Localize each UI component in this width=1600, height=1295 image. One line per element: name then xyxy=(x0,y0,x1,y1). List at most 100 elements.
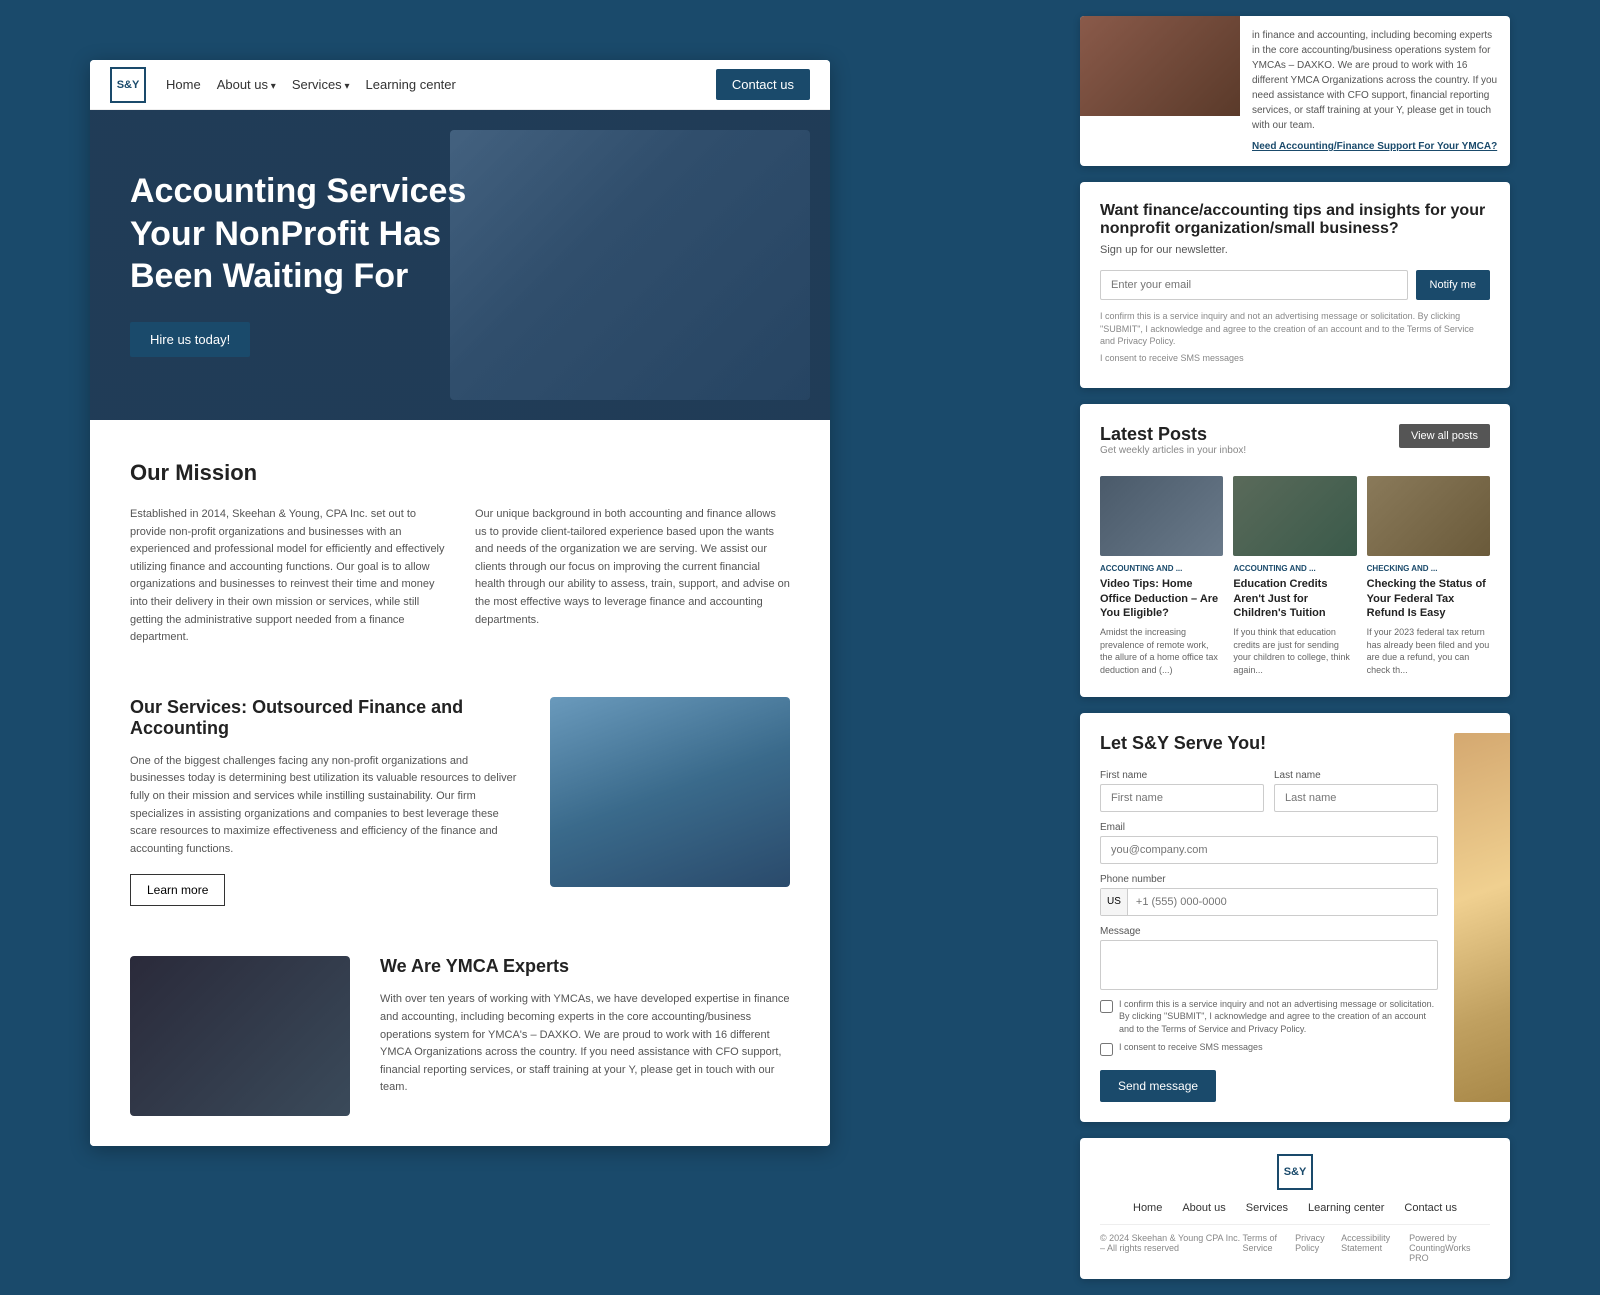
latest-posts-title: Latest Posts xyxy=(1100,424,1246,445)
contact-form-card: Let S&Y Serve You! First name Last name … xyxy=(1080,713,1510,1123)
first-name-group: First name xyxy=(1100,770,1264,812)
ymca-text: We Are YMCA Experts With over ten years … xyxy=(380,956,790,1097)
email-label: Email xyxy=(1100,822,1438,833)
email-input[interactable] xyxy=(1100,836,1438,864)
footer-nav-about[interactable]: About us xyxy=(1182,1202,1225,1214)
message-textarea[interactable] xyxy=(1100,940,1438,990)
post-excerpt-2: If you think that education credits are … xyxy=(1233,626,1356,676)
post-category-3: CHECKING AND ... xyxy=(1367,564,1490,573)
checkbox-1-row: I confirm this is a service inquiry and … xyxy=(1100,998,1438,1036)
sms-checkbox[interactable] xyxy=(1100,1043,1113,1056)
footer-nav-home[interactable]: Home xyxy=(1133,1202,1162,1214)
footer-nav-learning[interactable]: Learning center xyxy=(1308,1202,1384,1214)
footer-terms[interactable]: Terms of Service xyxy=(1242,1233,1283,1263)
post-item-1: ACCOUNTING AND ... Video Tips: Home Offi… xyxy=(1100,476,1223,676)
hero-content: Accounting Services Your NonProfit Has B… xyxy=(90,110,830,417)
terms-label: I confirm this is a service inquiry and … xyxy=(1119,998,1438,1036)
send-message-button[interactable]: Send message xyxy=(1100,1070,1216,1102)
email-group: Email xyxy=(1100,822,1438,864)
newsletter-card: Want finance/accounting tips and insight… xyxy=(1080,182,1510,388)
top-info-card: in finance and accounting, including bec… xyxy=(1080,16,1510,166)
newsletter-fine-print-2: I consent to receive SMS messages xyxy=(1100,352,1490,365)
newsletter-subtitle: Sign up for our newsletter. xyxy=(1100,244,1490,256)
post-title-3[interactable]: Checking the Status of Your Federal Tax … xyxy=(1367,577,1490,620)
nav-learning[interactable]: Learning center xyxy=(366,77,456,92)
contact-form-left: Let S&Y Serve You! First name Last name … xyxy=(1100,733,1438,1103)
footer-accessibility[interactable]: Accessibility Statement xyxy=(1341,1233,1397,1263)
services-image xyxy=(550,697,790,887)
name-row: First name Last name xyxy=(1100,770,1438,812)
services-text: Our Services: Outsourced Finance and Acc… xyxy=(130,697,520,907)
mission-col-1: Established in 2014, Skeehan & Young, CP… xyxy=(130,506,445,647)
services-description: One of the biggest challenges facing any… xyxy=(130,753,520,859)
ymca-image xyxy=(130,956,350,1116)
posts-grid: ACCOUNTING AND ... Video Tips: Home Offi… xyxy=(1100,476,1490,676)
last-name-input[interactable] xyxy=(1274,784,1438,812)
hero-title: Accounting Services Your NonProfit Has B… xyxy=(130,170,510,298)
terms-checkbox[interactable] xyxy=(1100,1000,1113,1013)
ymca-section: We Are YMCA Experts With over ten years … xyxy=(90,936,830,1146)
checkbox-2-row: I consent to receive SMS messages xyxy=(1100,1041,1438,1056)
mission-section: Our Mission Established in 2014, Skeehan… xyxy=(90,420,830,677)
post-category-1: ACCOUNTING AND ... xyxy=(1100,564,1223,573)
post-item-3: CHECKING AND ... Checking the Status of … xyxy=(1367,476,1490,676)
latest-posts-card: Latest Posts Get weekly articles in your… xyxy=(1080,404,1510,696)
footer-legal-links: Terms of Service Privacy Policy Accessib… xyxy=(1242,1233,1490,1263)
phone-input-wrapper: US xyxy=(1100,888,1438,916)
phone-label: Phone number xyxy=(1100,874,1438,885)
logo[interactable]: S&Y xyxy=(110,67,146,103)
newsletter-form: Notify me xyxy=(1100,270,1490,300)
phone-group: Phone number US xyxy=(1100,874,1438,916)
services-title: Our Services: Outsourced Finance and Acc… xyxy=(130,697,520,739)
footer-powered[interactable]: Powered by CountingWorks PRO xyxy=(1409,1233,1490,1263)
post-image-2 xyxy=(1233,476,1356,556)
footer-logo-center: S&Y xyxy=(1100,1154,1490,1190)
footer-legal: © 2024 Skeehan & Young CPA Inc. – All ri… xyxy=(1100,1224,1490,1263)
last-name-label: Last name xyxy=(1274,770,1438,781)
services-section: Our Services: Outsourced Finance and Acc… xyxy=(90,677,830,937)
post-title-1[interactable]: Video Tips: Home Office Deduction – Are … xyxy=(1100,577,1223,620)
nav-services[interactable]: Services xyxy=(292,77,350,92)
message-group: Message xyxy=(1100,926,1438,990)
nav-home[interactable]: Home xyxy=(166,77,201,92)
post-category-2: ACCOUNTING AND ... xyxy=(1233,564,1356,573)
nav-about[interactable]: About us xyxy=(217,77,276,92)
message-label: Message xyxy=(1100,926,1438,937)
footer-copyright: © 2024 Skeehan & Young CPA Inc. – All ri… xyxy=(1100,1233,1242,1263)
contact-person-image xyxy=(1454,733,1510,1103)
services-image-inner xyxy=(550,697,790,887)
main-website: S&Y Home About us Services Learning cent… xyxy=(90,60,830,1146)
footer-logo: S&Y xyxy=(1277,1154,1313,1190)
right-panel: in finance and accounting, including bec… xyxy=(1080,0,1510,1295)
contact-form-title: Let S&Y Serve You! xyxy=(1100,733,1438,754)
newsletter-submit-button[interactable]: Notify me xyxy=(1416,270,1490,300)
post-excerpt-1: Amidst the increasing prevalence of remo… xyxy=(1100,626,1223,676)
post-excerpt-3: If your 2023 federal tax return has alre… xyxy=(1367,626,1490,676)
last-name-group: Last name xyxy=(1274,770,1438,812)
first-name-input[interactable] xyxy=(1100,784,1264,812)
phone-country-code[interactable]: US xyxy=(1101,889,1128,915)
phone-number-input[interactable] xyxy=(1128,889,1437,915)
footer-nav-services[interactable]: Services xyxy=(1246,1202,1288,1214)
latest-posts-subtitle: Get weekly articles in your inbox! xyxy=(1100,445,1246,456)
view-all-posts-button[interactable]: View all posts xyxy=(1399,424,1490,448)
mission-columns: Established in 2014, Skeehan & Young, CP… xyxy=(130,506,790,647)
top-card-content: in finance and accounting, including bec… xyxy=(1240,16,1510,166)
logo-box: S&Y xyxy=(110,67,146,103)
hire-us-button[interactable]: Hire us today! xyxy=(130,322,250,357)
post-title-2[interactable]: Education Credits Aren't Just for Childr… xyxy=(1233,577,1356,620)
hero-section: Accounting Services Your NonProfit Has B… xyxy=(90,110,830,420)
contact-button[interactable]: Contact us xyxy=(716,69,810,100)
footer-nav-contact[interactable]: Contact us xyxy=(1404,1202,1457,1214)
footer-card: S&Y Home About us Services Learning cent… xyxy=(1080,1138,1510,1279)
newsletter-email-input[interactable] xyxy=(1100,270,1408,300)
post-image-3 xyxy=(1367,476,1490,556)
ymca-title: We Are YMCA Experts xyxy=(380,956,790,977)
top-card-link[interactable]: Need Accounting/Finance Support For Your… xyxy=(1252,139,1498,154)
mission-title: Our Mission xyxy=(130,460,790,486)
learn-more-button[interactable]: Learn more xyxy=(130,874,225,906)
footer-privacy[interactable]: Privacy Policy xyxy=(1295,1233,1329,1263)
post-item-2: ACCOUNTING AND ... Education Credits Are… xyxy=(1233,476,1356,676)
newsletter-fine-print-1: I confirm this is a service inquiry and … xyxy=(1100,310,1490,348)
newsletter-title: Want finance/accounting tips and insight… xyxy=(1100,202,1490,238)
